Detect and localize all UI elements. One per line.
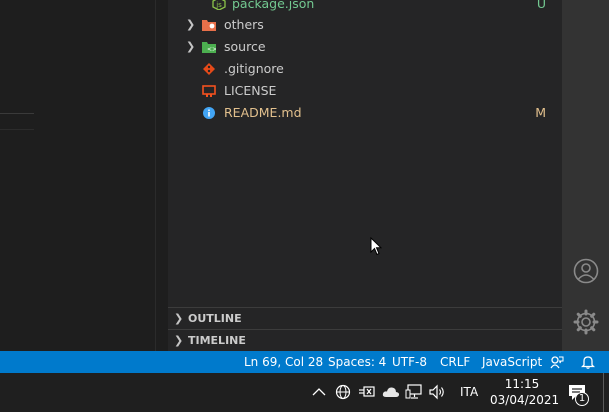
info-icon [203, 107, 215, 119]
mouse-cursor-icon [370, 237, 382, 256]
volume-icon[interactable] [429, 384, 447, 400]
feedback-icon[interactable] [550, 355, 564, 369]
tree-item-gitignore[interactable]: .gitignore [168, 58, 562, 80]
svg-text:js: js [215, 1, 222, 9]
chevron-right-icon: ❯ [186, 40, 196, 53]
indentation-setting[interactable]: Spaces: 4 [328, 351, 386, 373]
notification-count-badge: 1 [575, 392, 589, 406]
tree-item-license[interactable]: LICENSE [168, 80, 562, 102]
windows-taskbar: ITA 11:15 03/04/2021 1 [0, 373, 609, 412]
activity-bar [562, 0, 609, 351]
eol-setting[interactable]: CRLF [440, 351, 470, 373]
power-plug-icon[interactable] [358, 384, 376, 400]
account-icon[interactable] [572, 257, 600, 285]
outline-title: OUTLINE [188, 312, 242, 325]
folder-icon: <> [202, 42, 216, 53]
chevron-right-icon: ❯ [174, 312, 184, 325]
git-icon [203, 63, 215, 75]
clock-time: 11:15 [504, 377, 540, 391]
folder-icon [202, 20, 216, 31]
chevron-up-icon[interactable] [312, 387, 326, 397]
input-language[interactable]: ITA [460, 385, 478, 399]
status-bar: Ln 69, Col 28 Spaces: 4 UTF-8 CRLF JavaS… [0, 351, 609, 373]
chevron-right-icon: ❯ [186, 18, 196, 31]
cloud-icon[interactable] [382, 386, 400, 398]
tree-item-label: others [224, 17, 264, 32]
sash[interactable] [155, 0, 168, 351]
tree-item-readme[interactable]: README.md M [168, 102, 562, 124]
tree-item-label: LICENSE [224, 83, 277, 98]
clock-date: 03/04/2021 [490, 393, 560, 407]
tree-item-source[interactable]: ❯ <> source [168, 36, 562, 58]
tree-item-others[interactable]: ❯ others [168, 14, 562, 36]
git-status-badge: M [535, 105, 546, 120]
timeline-section-header[interactable]: ❯ TIMELINE [168, 330, 562, 352]
editor-divider-secondary [0, 129, 34, 130]
timeline-title: TIMELINE [188, 334, 246, 347]
editor-area[interactable] [0, 0, 155, 351]
tree-item-label: README.md [224, 105, 302, 120]
git-status-badge: U [536, 0, 546, 11]
tree-item-label: package.json [232, 0, 315, 11]
license-icon [202, 85, 216, 97]
chevron-right-icon: ❯ [174, 334, 184, 347]
language-mode[interactable]: JavaScript [482, 351, 542, 373]
tree-item-label: .gitignore [224, 61, 284, 76]
json-icon: js [212, 0, 226, 10]
svg-text:<>: <> [207, 46, 216, 53]
cursor-position[interactable]: Ln 69, Col 28 [244, 351, 323, 373]
outline-section-header[interactable]: ❯ OUTLINE [168, 308, 562, 330]
vpn-globe-icon[interactable] [335, 384, 351, 400]
show-desktop-button[interactable] [603, 373, 604, 412]
editor-divider [0, 113, 34, 114]
network-icon[interactable] [405, 384, 423, 400]
encoding-setting[interactable]: UTF-8 [392, 351, 427, 373]
bell-icon[interactable] [581, 355, 595, 369]
tree-item-package-json[interactable]: js package.json U [168, 0, 562, 15]
clock[interactable]: 11:15 03/04/2021 [490, 376, 560, 408]
gear-icon[interactable] [572, 308, 600, 336]
tree-item-label: source [224, 39, 266, 54]
explorer-sidebar: js package.json U ❯ others ❯ <> source .… [168, 0, 562, 351]
